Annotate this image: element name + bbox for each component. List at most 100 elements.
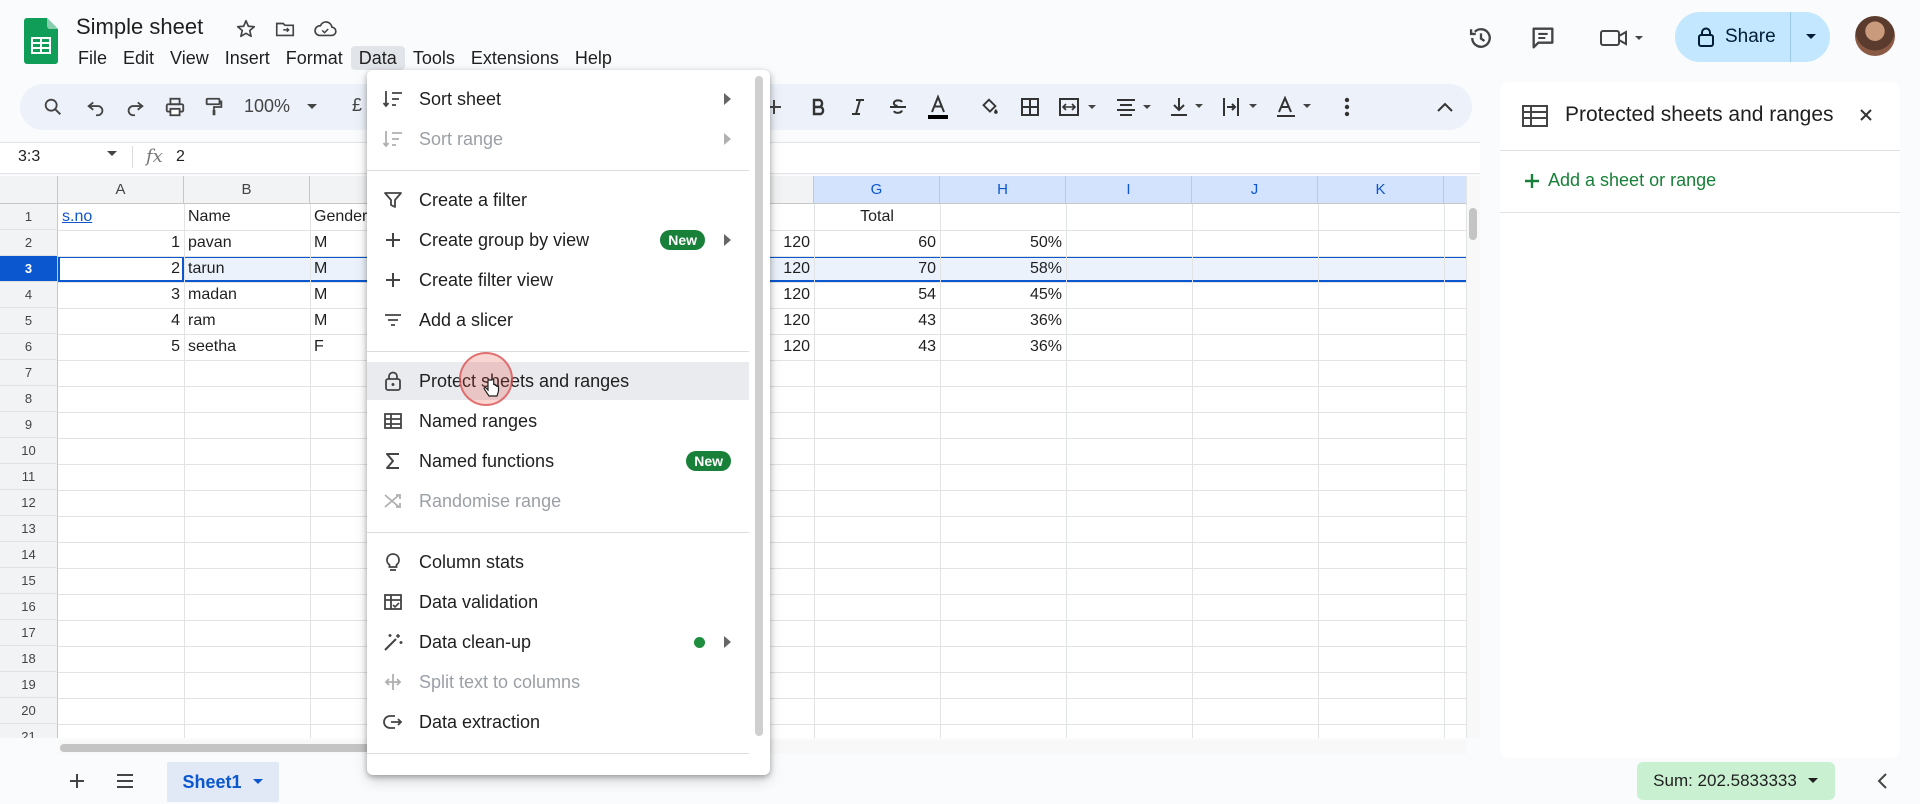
select-all-corner[interactable]: [0, 176, 58, 204]
menu-item-create-filter[interactable]: Create a filter: [367, 181, 749, 219]
paint-format-icon[interactable]: [198, 91, 230, 123]
avatar[interactable]: [1855, 16, 1895, 56]
row-header-6[interactable]: 6: [0, 334, 58, 360]
more-options-icon[interactable]: [1331, 91, 1363, 123]
column-header-i[interactable]: I: [1066, 176, 1192, 204]
cell-b4[interactable]: madan: [188, 282, 306, 308]
vertical-scrollbar[interactable]: [1466, 176, 1480, 738]
row-header-4[interactable]: 4: [0, 282, 58, 308]
menu-item-randomise-range[interactable]: Randomise range: [367, 482, 749, 520]
column-header-k[interactable]: K: [1318, 176, 1444, 204]
sum-indicator[interactable]: Sum: 202.5833333: [1637, 762, 1835, 800]
sheets-logo-icon[interactable]: [24, 18, 58, 64]
row-header-9[interactable]: 9: [0, 412, 58, 438]
star-icon[interactable]: [233, 16, 259, 42]
text-color-icon[interactable]: [922, 91, 954, 123]
menu-item-add-slicer[interactable]: Add a slicer: [367, 301, 749, 339]
search-menus-icon[interactable]: [37, 91, 69, 123]
share-button[interactable]: Share: [1675, 12, 1830, 62]
italic-icon[interactable]: [842, 91, 874, 123]
menu-extensions[interactable]: Extensions: [463, 46, 567, 70]
column-header-b[interactable]: B: [184, 176, 310, 204]
name-box[interactable]: 3:3: [18, 148, 40, 166]
hide-menus-icon[interactable]: [1429, 91, 1461, 123]
text-wrapping-icon[interactable]: [1220, 91, 1266, 123]
zoom-dropdown-icon[interactable]: [296, 91, 328, 123]
cell-a2[interactable]: 1: [62, 230, 180, 256]
row-header-17[interactable]: 17: [0, 620, 58, 646]
row-header-16[interactable]: 16: [0, 594, 58, 620]
cell-g3[interactable]: 70: [818, 256, 936, 282]
cloud-saved-icon[interactable]: [312, 16, 338, 42]
menu-item-named-ranges[interactable]: Named ranges: [367, 402, 749, 440]
row-header-20[interactable]: 20: [0, 698, 58, 724]
cell-g2[interactable]: 60: [818, 230, 936, 256]
vertical-scroll-thumb[interactable]: [1469, 208, 1477, 240]
borders-icon[interactable]: [1014, 91, 1046, 123]
cell-b3[interactable]: tarun: [188, 256, 306, 282]
print-icon[interactable]: [159, 91, 191, 123]
menu-item-sort-sheet[interactable]: Sort sheet: [367, 80, 749, 118]
row-header-8[interactable]: 8: [0, 386, 58, 412]
menu-item-column-stats[interactable]: Column stats: [367, 543, 749, 581]
cell-a6[interactable]: 5: [62, 334, 180, 360]
cell-h6[interactable]: 36%: [944, 334, 1062, 360]
row-header-11[interactable]: 11: [0, 464, 58, 490]
row-header-18[interactable]: 18: [0, 646, 58, 672]
row-header-7[interactable]: 7: [0, 360, 58, 386]
row-header-12[interactable]: 12: [0, 490, 58, 516]
cell-h5[interactable]: 36%: [944, 308, 1062, 334]
document-title[interactable]: Simple sheet: [76, 14, 203, 40]
menu-item-data-clean-up[interactable]: Data clean-up: [367, 623, 749, 661]
row-header-19[interactable]: 19: [0, 672, 58, 698]
menu-file[interactable]: File: [70, 46, 115, 70]
cell-h3[interactable]: 58%: [944, 256, 1062, 282]
cell-g6[interactable]: 43: [818, 334, 936, 360]
comments-icon[interactable]: [1523, 18, 1563, 58]
row-header-1[interactable]: 1: [0, 204, 58, 230]
cell-a4[interactable]: 3: [62, 282, 180, 308]
menu-item-protect-sheets-and-ranges[interactable]: Protect sheets and ranges: [367, 362, 749, 400]
menu-item-sort-range[interactable]: Sort range: [367, 120, 749, 158]
cell-a3[interactable]: 2: [62, 256, 180, 282]
add-sheet-or-range-button[interactable]: Add a sheet or range: [1524, 170, 1716, 191]
strikethrough-icon[interactable]: [882, 91, 914, 123]
menu-item-data-validation[interactable]: Data validation: [367, 583, 749, 621]
collapse-side-panel-icon[interactable]: [1876, 772, 1888, 790]
row-header-14[interactable]: 14: [0, 542, 58, 568]
text-rotation-icon[interactable]: [1274, 91, 1320, 123]
cell-b5[interactable]: ram: [188, 308, 306, 334]
row-header-2[interactable]: 2: [0, 230, 58, 256]
close-panel-icon[interactable]: [1857, 106, 1875, 124]
row-header-15[interactable]: 15: [0, 568, 58, 594]
column-header-a[interactable]: A: [58, 176, 184, 204]
menu-item-named-functions[interactable]: Named functions New: [367, 442, 749, 480]
menu-item-data-extraction[interactable]: Data extraction: [367, 703, 749, 741]
formula-input[interactable]: 2: [176, 148, 185, 166]
cell-b6[interactable]: seetha: [188, 334, 306, 360]
all-sheets-icon[interactable]: [112, 768, 138, 794]
zoom-select[interactable]: 100%: [244, 96, 290, 117]
move-to-folder-icon[interactable]: [272, 16, 298, 42]
cell-b1[interactable]: Name: [188, 204, 306, 230]
share-dropdown-icon[interactable]: [1791, 33, 1830, 41]
row-header-3[interactable]: 3: [0, 256, 58, 282]
cell-h2[interactable]: 50%: [944, 230, 1062, 256]
cell-h4[interactable]: 45%: [944, 282, 1062, 308]
menu-insert[interactable]: Insert: [217, 46, 278, 70]
cell-a5[interactable]: 4: [62, 308, 180, 334]
column-header-g[interactable]: G: [814, 176, 940, 204]
vertical-align-icon[interactable]: [1168, 91, 1214, 123]
bold-icon[interactable]: [803, 91, 835, 123]
redo-icon[interactable]: [119, 91, 151, 123]
menu-item-create-group-by-view[interactable]: Create group by view New: [367, 221, 749, 259]
menu-view[interactable]: View: [162, 46, 217, 70]
row-header-5[interactable]: 5: [0, 308, 58, 334]
column-header-h[interactable]: H: [940, 176, 1066, 204]
row-header-10[interactable]: 10: [0, 438, 58, 464]
add-sheet-icon[interactable]: [64, 768, 90, 794]
menu-help[interactable]: Help: [567, 46, 620, 70]
sheet-tab-sheet1[interactable]: Sheet1: [167, 762, 279, 802]
cell-b2[interactable]: pavan: [188, 230, 306, 256]
fill-color-icon[interactable]: [973, 91, 1005, 123]
